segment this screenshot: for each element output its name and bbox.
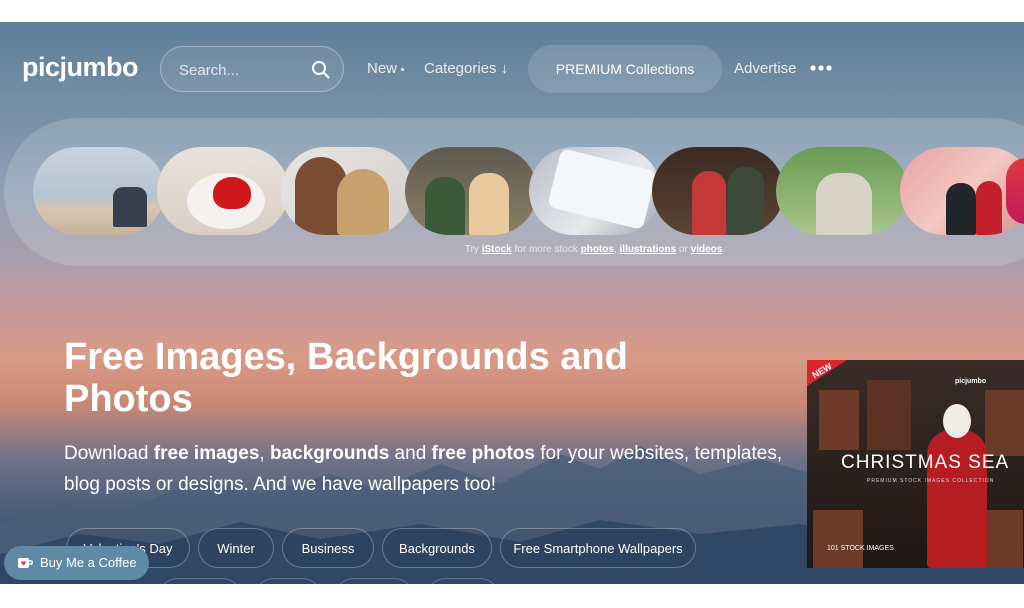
nav-categories-link[interactable]: Categories ↓	[424, 60, 508, 77]
santa-figure	[927, 430, 987, 568]
carousel-next-button[interactable]	[1006, 158, 1024, 224]
search-icon[interactable]	[311, 60, 331, 80]
premium-promo-banner[interactable]: NEW picjumbo CHRISTMAS SEA PREMIUM STOCK…	[807, 360, 1024, 568]
credit-text: Try	[464, 244, 482, 255]
nav-advertise-link[interactable]: Advertise	[734, 60, 797, 77]
box-shape	[983, 510, 1023, 568]
santa-head	[943, 404, 971, 438]
videos-link[interactable]: videos	[691, 244, 723, 255]
site-logo[interactable]: picjumbo	[22, 52, 139, 83]
search-box[interactable]	[160, 46, 344, 92]
coffee-cup-icon	[18, 558, 33, 568]
new-badge: NEW	[807, 360, 847, 386]
figure-shape	[728, 167, 764, 235]
chip-partial[interactable]	[334, 578, 414, 584]
box-shape	[819, 390, 859, 450]
hero-title: Free Images, Backgrounds and Photos	[64, 336, 628, 420]
figure-shape	[976, 181, 1002, 235]
photo-thumb-cafe-couple[interactable]	[405, 147, 537, 235]
phone-screen-shape	[547, 148, 657, 230]
credit-text: or	[676, 244, 691, 255]
hero-text: Download	[64, 443, 154, 464]
credit-text: .	[722, 244, 726, 255]
chip-smartphone-wallpapers[interactable]: Free Smartphone Wallpapers	[500, 528, 696, 568]
search-input[interactable]	[177, 59, 311, 81]
illustrations-link[interactable]: illustrations	[620, 244, 677, 255]
hero-description: Download free images, backgrounds and fr…	[64, 438, 784, 500]
figure-shape	[113, 187, 147, 227]
hero-text-bold: backgrounds	[269, 443, 390, 464]
dot-icon	[401, 67, 405, 71]
promo-title: CHRISTMAS SEA	[841, 452, 1010, 473]
box-shape	[813, 510, 863, 568]
photo-thumb-piggyback-couple[interactable]	[776, 147, 908, 235]
photos-link[interactable]: photos	[581, 244, 614, 255]
promo-subtitle: PREMIUM STOCK IMAGES COLLECTION	[867, 478, 995, 484]
figure-shape	[946, 183, 976, 235]
photo-thumb-heart-cake[interactable]	[157, 147, 289, 235]
hero-text-bold: free images	[153, 443, 260, 464]
photo-thumb-kissing-couple[interactable]	[281, 147, 413, 235]
photo-thumb-beach-couple[interactable]	[33, 147, 165, 235]
heart-shape	[213, 177, 251, 209]
hero-text: ,	[259, 443, 270, 464]
figure-shape	[469, 173, 509, 235]
promo-count: 101 STOCK IMAGES	[827, 545, 894, 552]
istock-link[interactable]: iStock	[482, 244, 512, 255]
istock-credit: Try iStock for more stock photos, illust…	[0, 244, 1024, 255]
page-frame: picjumbo New Categories ↓ PREMIUM Collec…	[0, 22, 1024, 584]
more-dots-icon[interactable]	[810, 64, 832, 72]
figure-shape	[692, 171, 726, 235]
hero-text-bold: free photos	[431, 443, 535, 464]
chip-backgrounds[interactable]: Backgrounds	[382, 528, 492, 568]
chip-business[interactable]: Business	[282, 528, 374, 568]
figure-shape	[337, 169, 389, 235]
box-shape	[985, 390, 1024, 456]
premium-collections-button[interactable]: PREMIUM Collections	[528, 45, 722, 93]
box-shape	[867, 380, 911, 450]
credit-text: for more stock	[511, 244, 581, 255]
chip-winter[interactable]: Winter	[198, 528, 274, 568]
hero-text: and	[389, 443, 432, 464]
bmc-label: Buy Me a Coffee	[40, 555, 137, 570]
nav-new-label: New	[367, 60, 398, 77]
chip-partial[interactable]	[158, 578, 242, 584]
figure-shape	[816, 173, 872, 235]
nav-new-link[interactable]: New	[367, 60, 405, 77]
photo-thumb-restaurant-couple[interactable]	[652, 147, 784, 235]
promo-logo: picjumbo	[955, 378, 987, 385]
photo-thumb-phone-chat[interactable]	[529, 147, 661, 235]
buy-me-a-coffee-button[interactable]: Buy Me a Coffee	[4, 546, 149, 580]
figure-shape	[425, 177, 465, 235]
